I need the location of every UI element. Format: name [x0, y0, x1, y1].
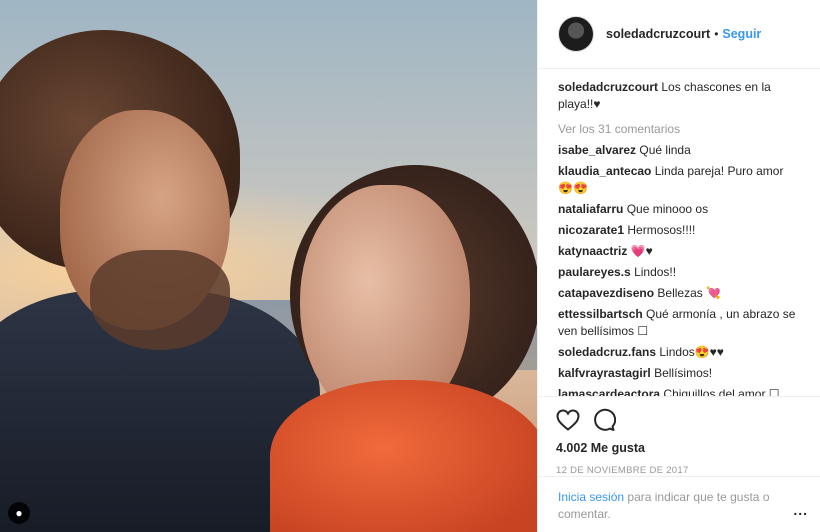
comment-username[interactable]: catapavezdiseno	[558, 286, 654, 300]
action-icons	[556, 405, 803, 435]
comment-item: kalfvrayrastagirl Bellísimos!	[558, 365, 801, 382]
user-tag-icon[interactable]: ●	[8, 502, 30, 524]
post-header: soledadcruzcourt • Seguir	[538, 0, 820, 69]
comment-username[interactable]: paulareyes.s	[558, 265, 631, 279]
comment-username[interactable]: lamascardeactora	[558, 387, 660, 396]
comment-username[interactable]: soledadcruz.fans	[558, 345, 656, 359]
comment-username[interactable]: isabe_alvarez	[558, 143, 636, 157]
comment-item: isabe_alvarez Qué linda	[558, 142, 801, 159]
comment-username[interactable]: ettessilbartsch	[558, 307, 643, 321]
view-all-comments-link[interactable]: Ver los 31 comentarios	[558, 122, 801, 136]
post-photo[interactable]: ●	[0, 0, 537, 532]
man-beard	[90, 250, 230, 350]
heart-emoji: ♥	[593, 97, 601, 111]
comment-text: Chiquillos del amor ☐	[663, 387, 780, 396]
comment-item: klaudia_antecao Linda pareja! Puro amor …	[558, 163, 801, 197]
comment-username[interactable]: kalfvrayrastagirl	[558, 366, 651, 380]
separator-dot: •	[714, 27, 719, 41]
post-date: 12 DE NOVIEMBRE DE 2017	[556, 465, 689, 476]
comment-text: Hermosos!!!!	[627, 223, 696, 237]
comment-text: Bellezas 💘	[657, 286, 722, 300]
post-sidebar: soledadcruzcourt • Seguir soledadcruzcou…	[537, 0, 820, 532]
comment-item: soledadcruz.fans Lindos😍♥♥	[558, 344, 801, 361]
heart-icon[interactable]	[556, 409, 580, 431]
comment-text: Qué linda	[639, 143, 691, 157]
comment-item: catapavezdiseno Bellezas 💘	[558, 285, 801, 302]
comments-list[interactable]: soledadcruzcourt Los chascones en la pla…	[538, 70, 820, 396]
caption-username[interactable]: soledadcruzcourt	[558, 80, 658, 94]
comment-item: lamascardeactora Chiquillos del amor ☐	[558, 386, 801, 396]
comment-username[interactable]: nataliafarru	[558, 202, 623, 216]
more-options-icon[interactable]: ...	[793, 502, 808, 518]
comment-item: paulareyes.s Lindos!!	[558, 264, 801, 281]
comment-username[interactable]: katynaactriz	[558, 244, 627, 258]
login-link[interactable]: Inicia sesión	[558, 490, 624, 504]
likes-count[interactable]: 4.002 Me gusta	[556, 441, 803, 455]
comment-text: Lindos😍♥♥	[659, 345, 724, 359]
post-actions: 4.002 Me gusta 12 DE NOVIEMBRE DE 2017	[538, 396, 820, 476]
comment-item: nataliafarru Que minooo os	[558, 201, 801, 218]
comment-icon[interactable]	[592, 408, 616, 432]
avatar[interactable]	[558, 16, 594, 52]
caption: soledadcruzcourt Los chascones en la pla…	[558, 79, 801, 113]
comment-item: katynaactriz 💗♥	[558, 243, 801, 260]
comment-username[interactable]: nicozarate1	[558, 223, 624, 237]
comment-item: ettessilbartsch Qué armonía , un abrazo …	[558, 306, 801, 340]
orange-scarf	[270, 380, 537, 532]
comment-text: Bellísimos!	[654, 366, 713, 380]
comment-item: nicozarate1 Hermosos!!!!	[558, 222, 801, 239]
follow-button[interactable]: Seguir	[722, 27, 761, 41]
comment-text: Que minooo os	[626, 202, 709, 216]
post-username[interactable]: soledadcruzcourt	[606, 27, 710, 41]
comment-text: 💗♥	[630, 244, 653, 258]
comment-text: Lindos!!	[634, 265, 677, 279]
login-prompt: Inicia sesión para indicar que te gusta …	[538, 476, 820, 523]
comment-username[interactable]: klaudia_antecao	[558, 164, 651, 178]
